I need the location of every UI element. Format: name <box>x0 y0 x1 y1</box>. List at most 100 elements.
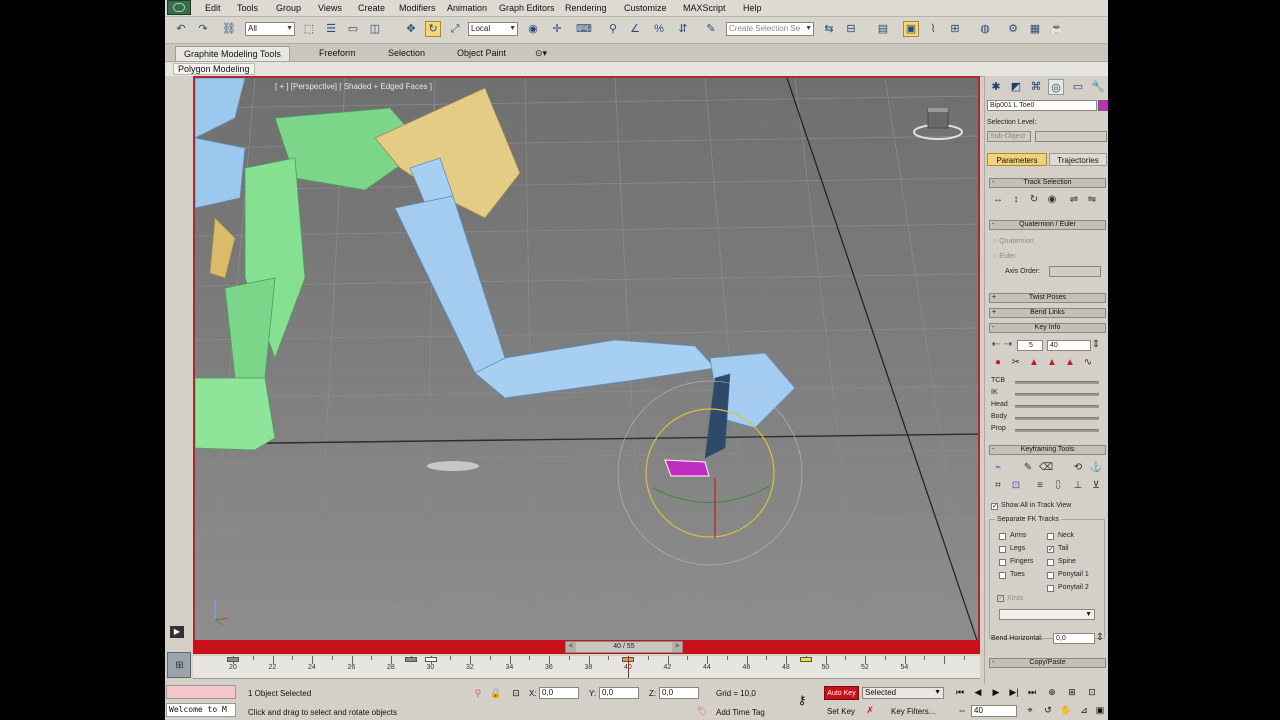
min-max-toggle-icon[interactable]: ▣ <box>1093 704 1107 717</box>
layer-manager-icon[interactable]: ▤ <box>875 21 891 37</box>
arms-checkbox[interactable] <box>999 533 1006 540</box>
pan-icon[interactable]: ✋ <box>1059 704 1073 717</box>
show-all-checkbox[interactable]: ✓ <box>991 503 998 510</box>
field-of-view-icon[interactable]: ⊿ <box>1077 704 1091 717</box>
set-key-mode-icon[interactable]: ⚷ <box>795 694 809 707</box>
key-mode-dropdown[interactable]: Selected ▼ <box>862 687 944 699</box>
snaps-toggle-icon[interactable]: ⚲ <box>605 21 621 37</box>
ribbon-options-icon[interactable]: ⊙▾ <box>527 46 555 60</box>
key-frame-spinner-icon[interactable]: ⇕ <box>1091 339 1101 351</box>
menu-help[interactable]: Help <box>743 3 762 13</box>
align-icon[interactable]: ⊟ <box>843 21 859 37</box>
absolute-mode-icon[interactable]: ⊡ <box>509 687 523 700</box>
edit-named-selection-icon[interactable]: ✎ <box>703 21 719 37</box>
select-and-move-icon[interactable]: ✥ <box>403 21 419 37</box>
selection-filter-dropdown[interactable]: All ▼ <box>245 22 295 36</box>
ponytail-1-checkbox[interactable] <box>1047 572 1054 579</box>
utilities-tab-icon[interactable]: 🔧 <box>1090 79 1106 95</box>
select-and-manipulate-icon[interactable]: ✛ <box>549 21 565 37</box>
previous-key-frame-icon[interactable]: ◀ <box>971 686 985 699</box>
tail-checkbox[interactable]: ✓ <box>1047 546 1054 553</box>
selection-lock-icon[interactable]: 🔒 <box>489 687 503 700</box>
legs-checkbox[interactable] <box>999 546 1006 553</box>
key-info-tcb[interactable]: TCB <box>991 377 1005 384</box>
free-all-icon[interactable]: ⩇ <box>1051 480 1065 492</box>
menu-create[interactable]: Create <box>358 3 385 13</box>
xtras-dropdown[interactable]: ▼ <box>999 609 1095 620</box>
ik-keyframe-icon[interactable]: ⌁ <box>991 462 1005 474</box>
current-frame-field[interactable]: 40 <box>971 705 1017 717</box>
hierarchy-tab-icon[interactable]: ⌘ <box>1028 79 1044 95</box>
set-multiple-keys-icon[interactable]: ⌗ <box>991 480 1005 492</box>
rollout-track-selection[interactable]: - Track Selection <box>989 178 1106 188</box>
toes-checkbox[interactable] <box>999 572 1006 579</box>
select-and-rotate-icon[interactable]: ↻ <box>425 21 441 37</box>
viewport-label[interactable]: [ + ] [Perspective] [ Shaded + Edged Fac… <box>275 82 432 91</box>
key-number-field[interactable]: 5 <box>1017 340 1043 351</box>
clear-selected-tracks-icon[interactable]: ✎ <box>1021 462 1035 474</box>
menu-rendering[interactable]: Rendering <box>565 3 607 13</box>
menu-graph-editors[interactable]: Graph Editors <box>499 3 555 13</box>
expand-panel-icon[interactable]: ▶ <box>170 626 184 638</box>
menu-customize[interactable]: Customize <box>624 3 667 13</box>
sub-object-dropdown[interactable] <box>1035 131 1107 142</box>
key-filter-icon[interactable]: ⊥ <box>1071 480 1085 492</box>
auto-key-button[interactable]: Auto Key <box>824 686 859 700</box>
key-info-head[interactable]: Head <box>991 401 1008 408</box>
motion-tab-icon[interactable]: ◎ <box>1048 79 1064 95</box>
spinner-snap-icon[interactable]: ⇵ <box>675 21 691 37</box>
rollout-key-info[interactable]: - Key Info <box>989 323 1106 333</box>
rendered-frame-window-icon[interactable]: ▦ <box>1027 21 1043 37</box>
mirror-icon[interactable]: ⇆ <box>821 21 837 37</box>
z-coordinate-field[interactable]: 0,0 <box>659 687 699 699</box>
undo-icon[interactable]: ↶ <box>173 21 189 37</box>
ribbon-panel-polygon-modeling[interactable]: Polygon Modeling <box>173 63 255 75</box>
tab-selection[interactable]: Selection <box>380 46 433 60</box>
menu-group[interactable]: Group <box>276 3 301 13</box>
set-key-icon[interactable]: ● <box>991 357 1005 369</box>
select-link-icon[interactable]: ⛓ <box>221 21 237 37</box>
euler-radio[interactable]: ○ Euler <box>993 253 1016 260</box>
render-setup-icon[interactable]: ⚙ <box>1005 21 1021 37</box>
sub-object-button[interactable]: Sub-Object <box>987 131 1031 142</box>
maxscript-listener-field[interactable]: Welcome to M <box>166 703 236 717</box>
key-info-body[interactable]: Body <box>991 413 1007 420</box>
mirror-key-icon[interactable]: ⟲ <box>1071 462 1085 474</box>
set-parents-icon[interactable]: ≡ <box>1033 480 1047 492</box>
menu-views[interactable]: Views <box>318 3 342 13</box>
bend-horizontal-field[interactable]: 0,0 <box>1053 633 1095 644</box>
body-vertical-icon[interactable]: ↕ <box>1009 194 1023 206</box>
play-icon[interactable]: ▶ <box>989 686 1003 699</box>
perspective-viewport[interactable]: [ + ] [Perspective] [ Shaded + Edged Fac… <box>193 76 980 653</box>
set-sliding-key-icon[interactable]: ▲ <box>1045 357 1059 369</box>
add-time-tag-button[interactable]: Add Time Tag <box>716 708 765 717</box>
menu-tools[interactable]: Tools <box>237 3 258 13</box>
set-key-button[interactable]: Set Key <box>827 707 855 716</box>
select-and-scale-icon[interactable]: ⤢ <box>447 21 463 37</box>
display-tab-icon[interactable]: ▭ <box>1070 79 1086 95</box>
isolate-selection-icon[interactable]: ⚲ <box>471 687 485 700</box>
maxscript-listener-pink[interactable] <box>166 685 236 699</box>
symmetrical-icon[interactable]: ⇌ <box>1067 194 1081 206</box>
key-filters-icon[interactable]: ✗ <box>863 704 877 717</box>
create-tab-icon[interactable]: ✱ <box>988 79 1004 95</box>
select-by-name-icon[interactable]: ☰ <box>323 21 339 37</box>
maximize-viewport-icon[interactable]: ⊡ <box>1085 686 1099 699</box>
time-tag-icon[interactable]: 🏷 <box>695 705 709 718</box>
object-color-swatch[interactable] <box>1098 100 1108 111</box>
zoom-all-icon[interactable]: ⊞ <box>1065 686 1079 699</box>
quaternion-radio[interactable]: ○ Quaternion <box>993 238 1034 245</box>
menu-modifiers[interactable]: Modifiers <box>399 3 436 13</box>
mini-curve-editor-icon[interactable]: ⊞ <box>173 659 186 672</box>
set-planted-key-icon[interactable]: ▲ <box>1027 357 1041 369</box>
menu-animation[interactable]: Animation <box>447 3 487 13</box>
rectangular-selection-icon[interactable]: ▭ <box>345 21 361 37</box>
curve-editor-icon[interactable]: ⌇ <box>925 21 941 37</box>
time-configuration-icon[interactable]: ⌖ <box>1023 704 1037 717</box>
viewcube-icon[interactable] <box>912 106 964 142</box>
redo-icon[interactable]: ↷ <box>195 21 211 37</box>
modify-tab-icon[interactable]: ◩ <box>1008 79 1024 95</box>
body-rotation-icon[interactable]: ↻ <box>1027 194 1041 206</box>
animation-key-marker[interactable] <box>227 657 239 662</box>
select-object-icon[interactable]: ⬚ <box>301 21 317 37</box>
